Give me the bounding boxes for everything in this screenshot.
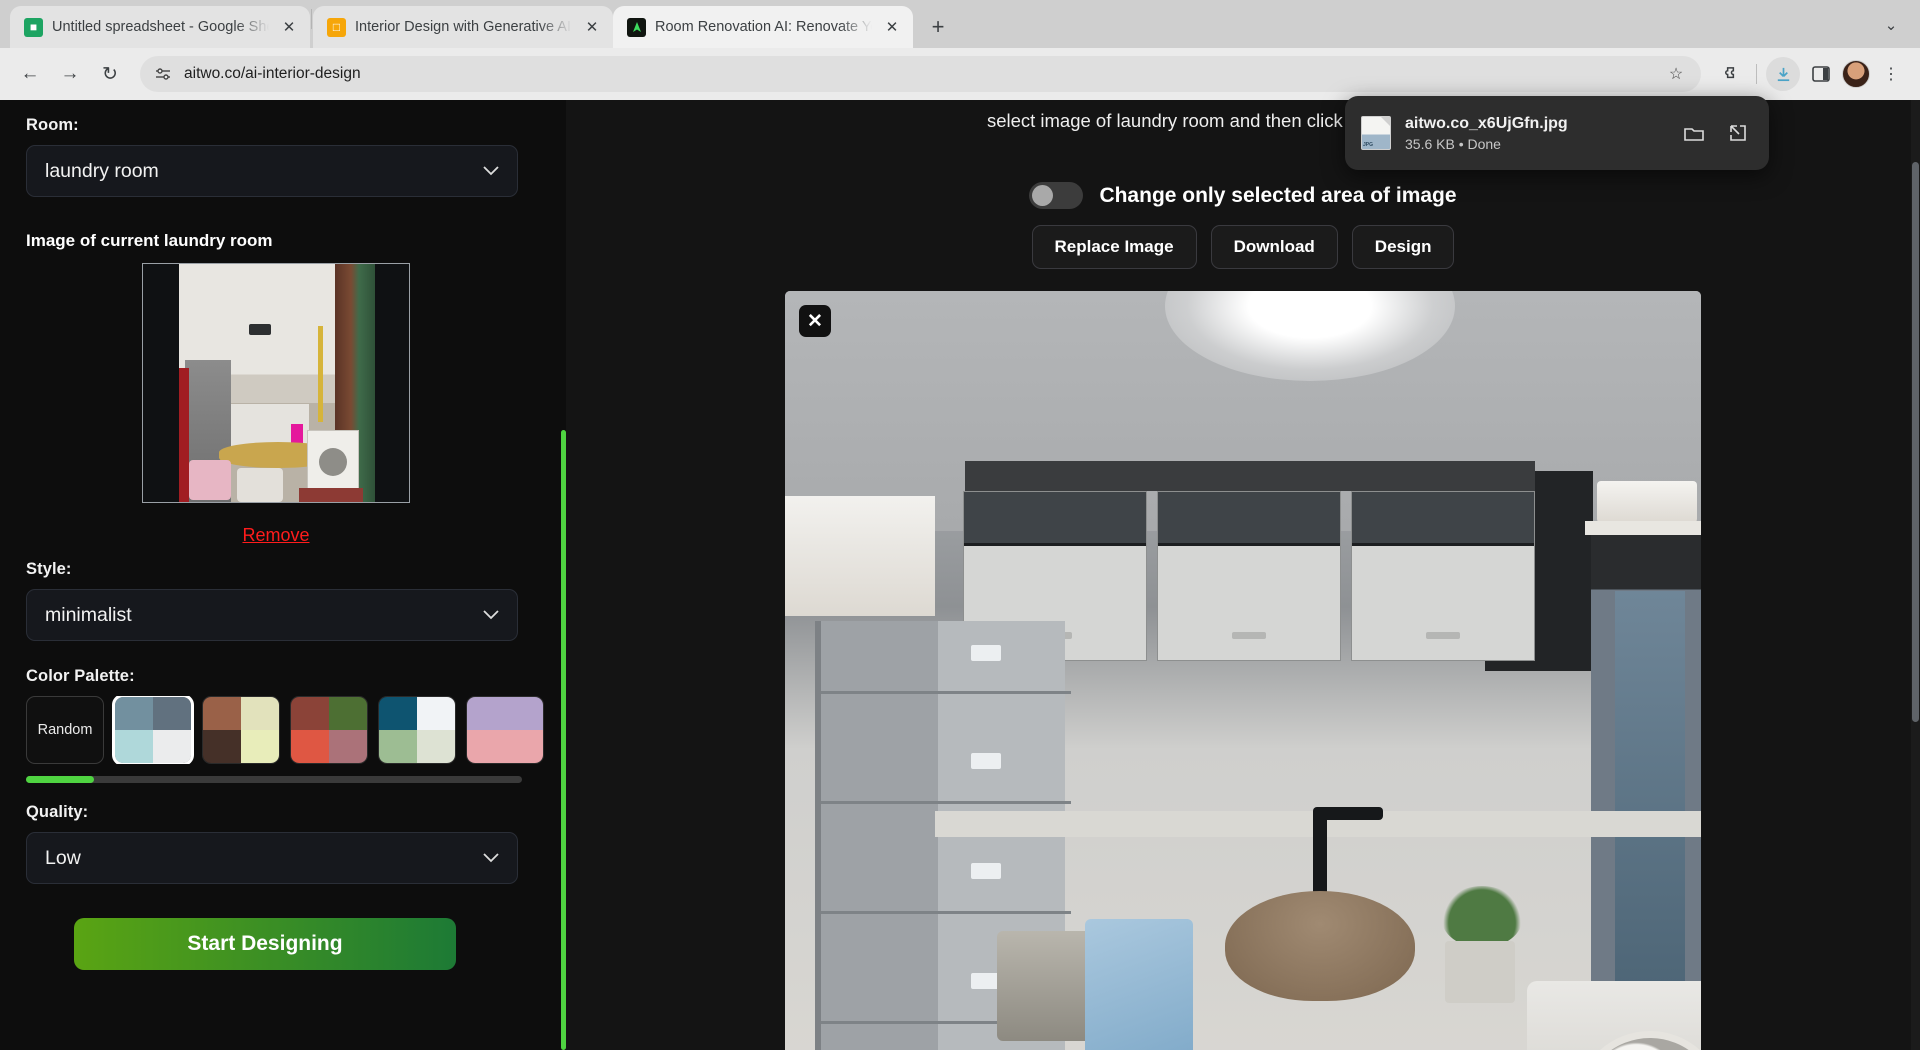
download-status: 35.6 KB • Done xyxy=(1405,136,1665,152)
room-select-value: laundry room xyxy=(45,160,483,183)
tab-strip: ■ Untitled spreadsheet - Google Sheets ✕… xyxy=(0,0,1920,48)
tab-title: Untitled spreadsheet - Google Sheets xyxy=(52,19,269,35)
tab-title: Room Renovation AI: Renovate Your Room xyxy=(655,19,872,35)
room-label: Room: xyxy=(26,116,526,135)
palette-swatch-lilac-pink[interactable] xyxy=(466,696,544,764)
palette-random-label: Random xyxy=(38,722,93,738)
download-button[interactable]: Download xyxy=(1211,225,1338,269)
palette-swatch-brown-cream[interactable] xyxy=(202,696,280,764)
room-select[interactable]: laundry room xyxy=(26,145,518,197)
palette-swatch-blue-grey[interactable] xyxy=(114,696,192,764)
profile-avatar[interactable] xyxy=(1842,60,1870,88)
show-in-folder-icon[interactable] xyxy=(1679,118,1709,148)
close-icon[interactable]: ✕ xyxy=(799,305,831,337)
tab-separator xyxy=(311,9,312,29)
design-options-sidebar: Room: laundry room Image of current laun… xyxy=(0,100,566,1050)
url-text[interactable]: aitwo.co/ai-interior-design xyxy=(184,65,1653,83)
image-action-buttons: Replace Image Download Design xyxy=(566,225,1920,269)
page-settings-icon[interactable] xyxy=(154,65,172,83)
sheets-icon: ■ xyxy=(24,18,43,37)
page-viewport: Room: laundry room Image of current laun… xyxy=(0,100,1920,1050)
tab-room-renovation-ai[interactable]: Room Renovation AI: Renovate Your Room ✕ xyxy=(613,6,913,48)
chevron-down-icon xyxy=(483,607,499,624)
back-button[interactable]: ← xyxy=(12,56,48,92)
browser-toolbar: ← → ↻ aitwo.co/ai-interior-design ☆ xyxy=(0,48,1920,100)
palette-swatch-red-green[interactable] xyxy=(290,696,368,764)
tab-close-icon[interactable]: ✕ xyxy=(581,16,603,38)
thumbnail-photo xyxy=(179,264,375,503)
palette-swatch-teal-white[interactable] xyxy=(378,696,456,764)
toggle-label: Change only selected area of image xyxy=(1099,184,1456,208)
toggle-knob xyxy=(1032,185,1053,206)
tab-title: Interior Design with Generative AI xyxy=(355,19,572,35)
browser-window: ■ Untitled spreadsheet - Google Sheets ✕… xyxy=(0,0,1920,1050)
jpg-file-icon: JPG xyxy=(1361,116,1391,150)
extensions-icon[interactable] xyxy=(1713,57,1747,91)
forward-button[interactable]: → xyxy=(52,56,88,92)
window-icon: □ xyxy=(327,18,346,37)
aitwo-logo-icon xyxy=(627,18,646,37)
address-bar[interactable]: aitwo.co/ai-interior-design ☆ xyxy=(140,56,1701,92)
page-scrollbar-thumb[interactable] xyxy=(1912,162,1919,722)
style-select[interactable]: minimalist xyxy=(26,589,518,641)
quality-select-value: Low xyxy=(45,847,483,870)
bookmark-icon[interactable]: ☆ xyxy=(1665,64,1687,84)
design-button[interactable]: Design xyxy=(1352,225,1455,269)
side-panel-icon[interactable] xyxy=(1804,57,1838,91)
chevron-down-icon xyxy=(483,163,499,180)
tab-interior-design[interactable]: □ Interior Design with Generative AI ✕ xyxy=(313,6,613,48)
selected-area-toggle-row: Change only selected area of image xyxy=(566,182,1920,209)
reload-button[interactable]: ↻ xyxy=(92,56,128,92)
toolbar-separator xyxy=(1756,64,1757,84)
tab-close-icon[interactable]: ✕ xyxy=(881,16,903,38)
palette-scrollbar[interactable] xyxy=(26,776,522,783)
download-icon[interactable] xyxy=(1766,57,1800,91)
download-bubble[interactable]: JPG aitwo.co_x6UjGfn.jpg 35.6 KB • Done xyxy=(1345,96,1769,170)
download-file-name: aitwo.co_x6UjGfn.jpg xyxy=(1405,115,1665,133)
remove-image-link[interactable]: Remove xyxy=(26,525,526,546)
quality-label: Quality: xyxy=(26,803,526,822)
chrome-menu-icon[interactable]: ⋮ xyxy=(1874,57,1908,91)
style-label: Style: xyxy=(26,560,526,579)
palette-swatch-random[interactable]: Random xyxy=(26,696,104,764)
new-tab-button[interactable]: + xyxy=(921,10,955,44)
color-palette-label: Color Palette: xyxy=(26,667,526,686)
open-in-new-icon[interactable] xyxy=(1723,118,1753,148)
palette-scrollbar-thumb[interactable] xyxy=(26,776,94,783)
current-image-label: Image of current laundry room xyxy=(26,231,526,251)
tab-untitled-spreadsheet[interactable]: ■ Untitled spreadsheet - Google Sheets ✕ xyxy=(10,6,310,48)
start-designing-button[interactable]: Start Designing xyxy=(74,918,456,970)
change-selected-area-toggle[interactable] xyxy=(1029,182,1083,209)
chevron-down-icon xyxy=(483,850,499,867)
quality-select[interactable]: Low xyxy=(26,832,518,884)
style-select-value: minimalist xyxy=(45,604,483,627)
replace-image-button[interactable]: Replace Image xyxy=(1032,225,1197,269)
download-info: aitwo.co_x6UjGfn.jpg 35.6 KB • Done xyxy=(1405,115,1665,152)
main-content: select image of laundry room and then cl… xyxy=(566,100,1920,1050)
color-palette-list[interactable]: Random xyxy=(26,696,546,764)
page-scrollbar[interactable] xyxy=(1911,100,1920,1050)
tab-close-icon[interactable]: ✕ xyxy=(278,16,300,38)
current-room-thumbnail[interactable] xyxy=(142,263,410,503)
generated-room-image[interactable]: ✕ AITWO.CO xyxy=(785,291,1701,1050)
window-menu-icon[interactable]: ⌄ xyxy=(1874,8,1908,42)
